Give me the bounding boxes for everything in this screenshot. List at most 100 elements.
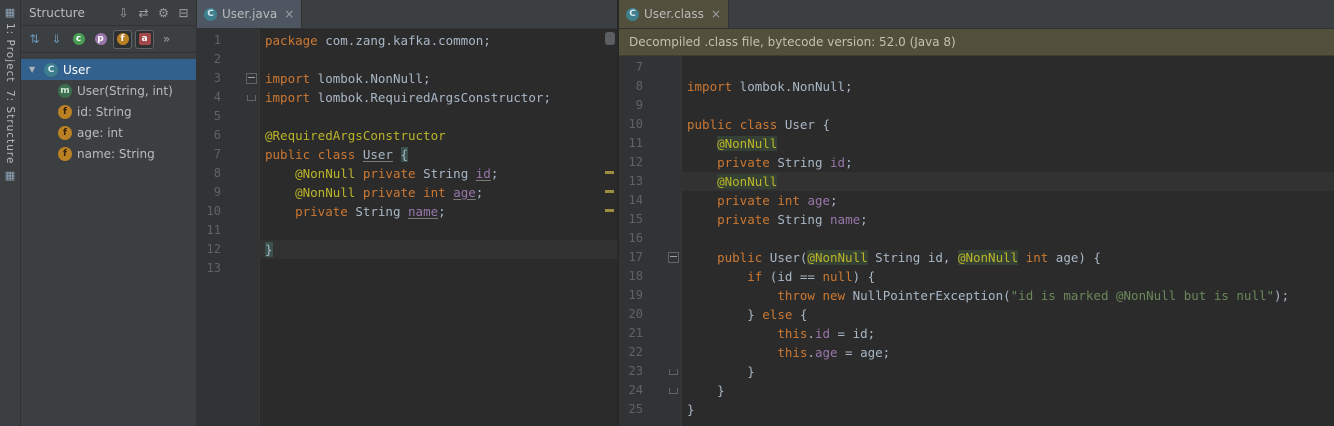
code-line[interactable]: 10public class User { (619, 115, 1334, 134)
code-line[interactable]: 6@RequiredArgsConstructor (197, 126, 617, 145)
gutter[interactable]: 24 (619, 381, 681, 400)
code-line[interactable]: 12} (197, 240, 617, 259)
tree-node-user[interactable]: mUser(String, int) (21, 80, 196, 101)
gutter[interactable]: 13 (619, 172, 681, 191)
code-line[interactable]: 14 private int age; (619, 191, 1334, 210)
tool-button-structure[interactable]: 7: Structure▦ (4, 86, 16, 185)
gutter[interactable]: 18 (619, 267, 681, 286)
show-properties-icon[interactable]: p (91, 30, 110, 49)
gutter[interactable]: 6 (197, 126, 259, 145)
gutter[interactable]: 9 (619, 96, 681, 115)
gutter[interactable]: 7 (197, 145, 259, 164)
show-anonymous-icon[interactable]: a (135, 30, 154, 49)
gear-icon[interactable]: ⚙ (154, 3, 173, 22)
autoscroll-icon[interactable]: ⇄ (134, 3, 153, 22)
code-line[interactable]: 25} (619, 400, 1334, 419)
fold-marker[interactable] (244, 95, 259, 101)
gutter[interactable]: 9 (197, 183, 259, 202)
gutter[interactable]: 22 (619, 343, 681, 362)
gutter[interactable]: 19 (619, 286, 681, 305)
hide-panel-icon[interactable]: ⊟ (174, 3, 193, 22)
code-line[interactable]: 7 (619, 58, 1334, 77)
tree-node-age[interactable]: fage: int (21, 122, 196, 143)
code-line[interactable]: 8 @NonNull private String id; (197, 164, 617, 183)
gutter[interactable]: 15 (619, 210, 681, 229)
close-icon[interactable]: × (284, 7, 294, 21)
gutter[interactable]: 8 (197, 164, 259, 183)
gutter[interactable]: 1 (197, 31, 259, 50)
gutter[interactable]: 2 (197, 50, 259, 69)
show-inherited-icon[interactable]: c (69, 30, 88, 49)
code-line[interactable]: 21 this.id = id; (619, 324, 1334, 343)
code-line[interactable]: 24 } (619, 381, 1334, 400)
gutter[interactable]: 21 (619, 324, 681, 343)
code-line[interactable]: 23 } (619, 362, 1334, 381)
code-line[interactable]: 1package com.zang.kafka.common; (197, 31, 617, 50)
sort-by-visibility-icon[interactable]: ⇅ (25, 30, 44, 49)
gutter[interactable]: 14 (619, 191, 681, 210)
code-line[interactable]: 8import lombok.NonNull; (619, 77, 1334, 96)
tab-user-java[interactable]: C User.java × (197, 0, 302, 28)
sort-alphabetically-icon[interactable]: ⇓ (47, 30, 66, 49)
gutter[interactable]: 16 (619, 229, 681, 248)
code-line[interactable]: 5 (197, 107, 617, 126)
tab-user-class[interactable]: C User.class × (619, 0, 729, 28)
fold-marker[interactable] (666, 388, 681, 394)
code-line[interactable]: 12 private String id; (619, 153, 1334, 172)
code-line[interactable]: 13 @NonNull (619, 172, 1334, 191)
fold-marker[interactable] (666, 252, 681, 263)
chevron-down-icon[interactable]: ▼ (29, 65, 39, 74)
fold-collapse-icon[interactable] (246, 73, 257, 84)
code-line[interactable]: 11 (197, 221, 617, 240)
gutter[interactable]: 10 (197, 202, 259, 221)
code-line[interactable]: 9 (619, 96, 1334, 115)
fold-marker[interactable] (244, 73, 259, 84)
gutter[interactable]: 12 (197, 240, 259, 259)
code-line[interactable]: 16 (619, 229, 1334, 248)
gutter[interactable]: 13 (197, 259, 259, 278)
code-line[interactable]: 22 this.age = age; (619, 343, 1334, 362)
tool-button-project[interactable]: ▦1: Project (4, 2, 16, 86)
fold-marker[interactable] (666, 369, 681, 375)
show-fields-icon[interactable]: f (113, 30, 132, 49)
left-editor: C User.java × 1package com.zang.kafka.co… (197, 0, 619, 426)
left-code-area[interactable]: 1package com.zang.kafka.common;23import … (197, 29, 617, 426)
gutter[interactable]: 17 (619, 248, 681, 267)
fold-collapse-icon[interactable] (668, 252, 679, 263)
code-line[interactable]: 20 } else { (619, 305, 1334, 324)
code-line[interactable]: 4import lombok.RequiredArgsConstructor; (197, 88, 617, 107)
gutter[interactable]: 23 (619, 362, 681, 381)
gutter[interactable]: 4 (197, 88, 259, 107)
view-options-icon[interactable]: ⇩ (114, 3, 133, 22)
code-line[interactable]: 2 (197, 50, 617, 69)
code-line[interactable]: 18 if (id == null) { (619, 267, 1334, 286)
code-line[interactable]: 17 public User(@NonNull String id, @NonN… (619, 248, 1334, 267)
fold-end-icon[interactable] (247, 95, 256, 101)
tree-node-id[interactable]: fid: String (21, 101, 196, 122)
right-code-area[interactable]: 78import lombok.NonNull;910public class … (619, 56, 1334, 426)
gutter[interactable]: 12 (619, 153, 681, 172)
code-line[interactable]: 7public class User { (197, 145, 617, 164)
more-icon[interactable]: » (157, 30, 176, 49)
gutter[interactable]: 5 (197, 107, 259, 126)
code-line[interactable]: 11 @NonNull (619, 134, 1334, 153)
gutter[interactable]: 8 (619, 77, 681, 96)
gutter[interactable]: 11 (619, 134, 681, 153)
fold-end-icon[interactable] (669, 369, 678, 375)
code-line[interactable]: 13 (197, 259, 617, 278)
gutter[interactable]: 7 (619, 58, 681, 77)
code-line[interactable]: 3import lombok.NonNull; (197, 69, 617, 88)
tree-node-user[interactable]: ▼CUser (21, 59, 196, 80)
close-icon[interactable]: × (711, 7, 721, 21)
gutter[interactable]: 25 (619, 400, 681, 419)
fold-end-icon[interactable] (669, 388, 678, 394)
gutter[interactable]: 11 (197, 221, 259, 240)
gutter[interactable]: 20 (619, 305, 681, 324)
code-line[interactable]: 19 throw new NullPointerException("id is… (619, 286, 1334, 305)
code-line[interactable]: 10 private String name; (197, 202, 617, 221)
code-line[interactable]: 15 private String name; (619, 210, 1334, 229)
tree-node-name[interactable]: fname: String (21, 143, 196, 164)
gutter[interactable]: 3 (197, 69, 259, 88)
gutter[interactable]: 10 (619, 115, 681, 134)
code-line[interactable]: 9 @NonNull private int age; (197, 183, 617, 202)
